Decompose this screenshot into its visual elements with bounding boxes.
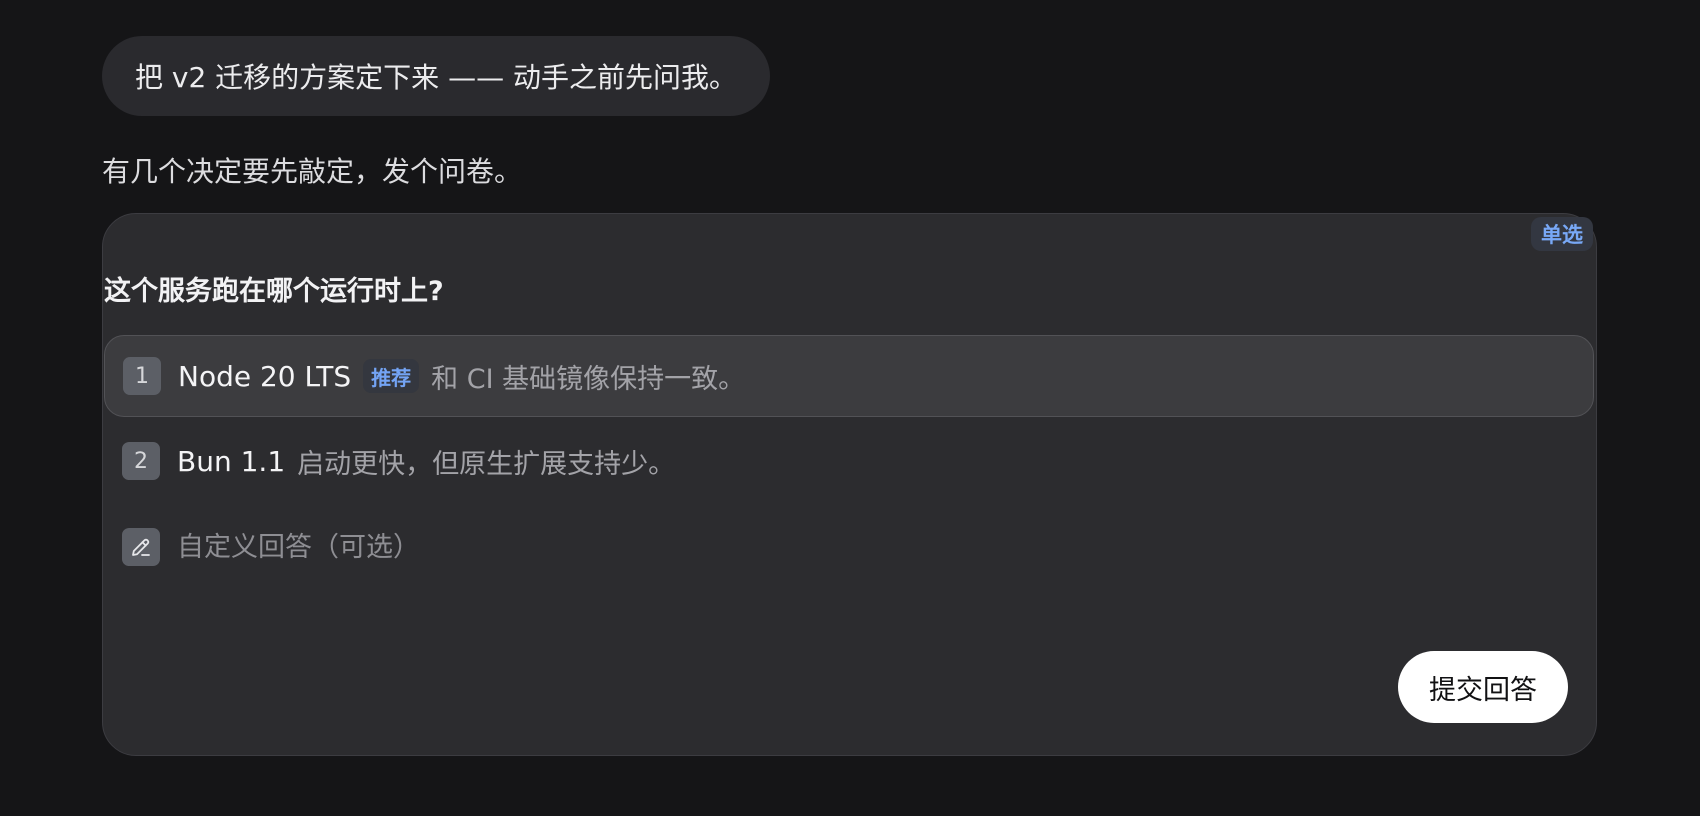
option-name: Bun 1.1 (177, 444, 286, 478)
chat-page: 把 v2 迁移的方案定下来 —— 动手之前先问我。 有几个决定要先敲定，发个问卷… (0, 0, 1700, 816)
recommended-badge: 推荐 (363, 359, 420, 393)
user-message-bubble: 把 v2 迁移的方案定下来 —— 动手之前先问我。 (102, 36, 770, 116)
submit-answer-button[interactable]: 提交回答 (1398, 651, 1568, 723)
question-title: 这个服务跑在哪个运行时上? (104, 276, 444, 307)
option-description: 和 CI 基础镜像保持一致。 (431, 363, 746, 395)
option-label: Bun 1.1 启动更快，但原生扩展支持少。 (177, 442, 675, 481)
assistant-message-text: 有几个决定要先敲定，发个问卷。 (102, 155, 523, 188)
custom-answer-input[interactable] (177, 531, 1557, 563)
option-number-badge: 1 (123, 357, 161, 395)
option-label: Node 20 LTS 推荐 和 CI 基础镜像保持一致。 (178, 357, 745, 396)
questionnaire-card: 单选 这个服务跑在哪个运行时上? 1 Node 20 LTS 推荐 和 CI 基… (102, 213, 1597, 756)
option-description: 启动更快，但原生扩展支持少。 (297, 448, 676, 480)
option-node-20-lts[interactable]: 1 Node 20 LTS 推荐 和 CI 基础镜像保持一致。 (104, 335, 1594, 417)
single-choice-badge: 单选 (1531, 217, 1593, 251)
pencil-icon (122, 528, 160, 566)
option-number-badge: 2 (122, 442, 160, 480)
option-name: Node 20 LTS (178, 359, 352, 393)
option-bun-1-1[interactable]: 2 Bun 1.1 启动更快，但原生扩展支持少。 (104, 420, 1594, 502)
user-message-text: 把 v2 迁移的方案定下来 —— 动手之前先问我。 (135, 61, 737, 94)
custom-answer-row[interactable] (104, 506, 1594, 588)
